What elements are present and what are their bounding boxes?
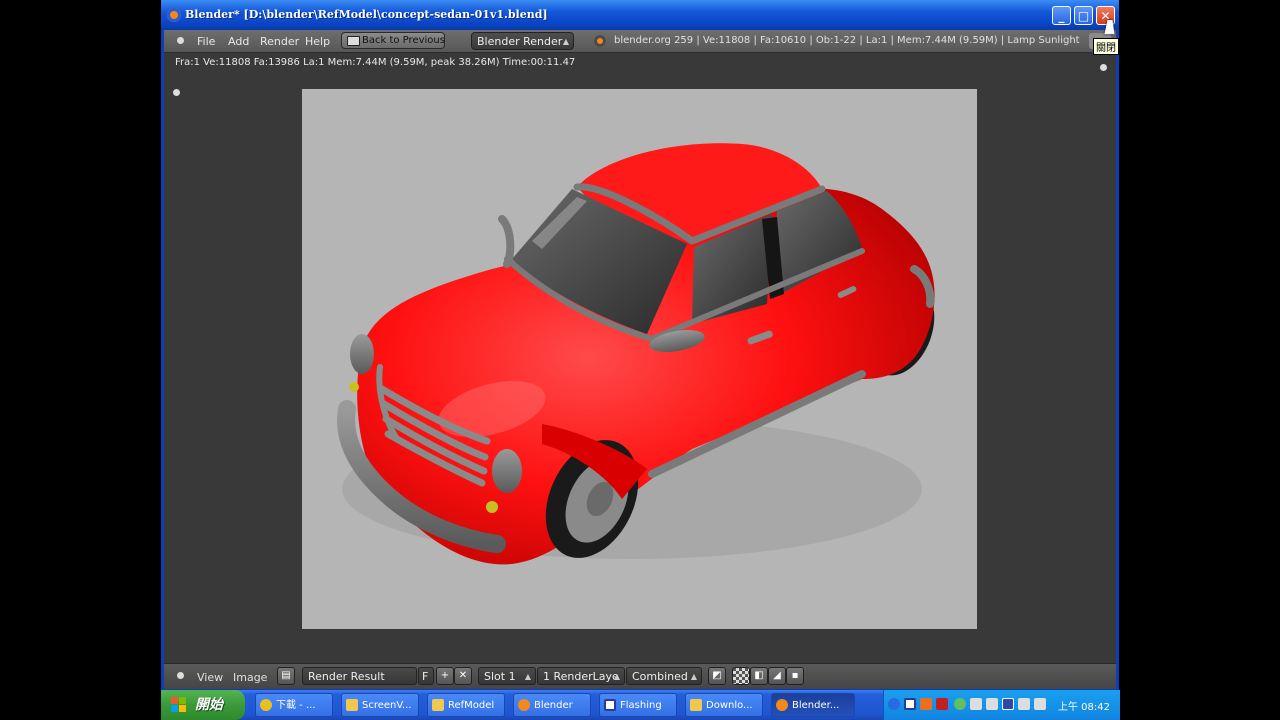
image-editor-header: View Image ▤ Render Result F + ✕ Slot 1 … <box>164 663 1116 689</box>
tray-monitor-icon[interactable] <box>1002 698 1014 710</box>
blender-window: Blender* [D:\blender\RefModel\concept-se… <box>161 0 1119 690</box>
tray-pdf-icon[interactable] <box>936 698 948 710</box>
tray-app-icon[interactable] <box>1034 698 1046 710</box>
properties-toggle-icon[interactable] <box>1100 64 1107 71</box>
pass-value: Combined <box>632 670 688 683</box>
back-to-previous-button[interactable]: Back to Previous <box>341 32 445 49</box>
task-blender[interactable]: Blender <box>513 693 591 717</box>
task-flashing[interactable]: Flashing <box>599 693 677 717</box>
screen-icon <box>347 36 360 46</box>
system-tray: 上午 08:42 <box>883 690 1120 720</box>
app-window-icon <box>604 699 616 711</box>
render-result-image[interactable] <box>302 89 977 629</box>
pin-icon[interactable]: ▪ <box>786 667 804 685</box>
folder-icon <box>432 699 444 711</box>
task-label: ScreenV... <box>362 700 412 711</box>
back-to-previous-label: Back to Previous <box>362 35 445 46</box>
task-label: Blender... <box>792 700 840 711</box>
alpha-icon[interactable]: ◧ <box>750 667 768 685</box>
render-layer-value: 1 RenderLaye <box>543 670 619 683</box>
tray-app-icon[interactable] <box>970 698 982 710</box>
checker-alpha-icon[interactable] <box>732 667 750 685</box>
task-screenvideo[interactable]: ScreenV... <box>341 693 419 717</box>
image-name-field[interactable]: Render Result <box>302 667 417 685</box>
taskbar: 開始 下載 - ... ScreenV... RefModel Blender … <box>161 690 1120 720</box>
slot-select[interactable]: Slot 1 ▲ <box>478 667 536 685</box>
clock: 上午 08:42 <box>1058 702 1110 713</box>
start-button[interactable]: 開始 <box>161 690 245 720</box>
image-browse-icon[interactable]: ▤ <box>277 667 295 685</box>
pass-select[interactable]: Combined ▲ <box>626 667 702 685</box>
task-downloads[interactable]: Downlo... <box>685 693 763 717</box>
chrome-icon <box>260 699 272 711</box>
blender-area: File Add Render Help Back to Previous Bl… <box>164 30 1116 689</box>
blender-logo-icon <box>776 699 788 711</box>
updown-arrow-icon: ▲ <box>613 672 620 681</box>
minimize-button[interactable]: _ <box>1052 6 1071 25</box>
menu-help[interactable]: Help <box>305 35 330 48</box>
render-engine-value: Blender Render <box>477 35 563 48</box>
task-label: Flashing <box>620 700 662 711</box>
z-buffer-icon[interactable]: ◢ <box>768 667 786 685</box>
tray-app-icon[interactable] <box>986 698 998 710</box>
tray-expand-icon[interactable] <box>888 698 900 710</box>
updown-arrow-icon: ▲ <box>562 37 569 46</box>
tools-toggle-icon[interactable] <box>173 89 180 96</box>
menu-add[interactable]: Add <box>228 35 249 48</box>
new-image-icon[interactable]: + <box>436 667 454 685</box>
task-download-page[interactable]: 下載 - ... <box>255 693 333 717</box>
blender-logo-icon <box>518 699 530 711</box>
tray-volume-icon[interactable] <box>1018 698 1030 710</box>
render-status: Fra:1 Ve:11808 Fa:13986 La:1 Mem:7.44M (… <box>175 57 576 68</box>
blender-logo-icon <box>594 35 606 47</box>
updown-arrow-icon: ▲ <box>690 672 697 681</box>
title-bar[interactable]: Blender* [D:\blender\RefModel\concept-se… <box>161 0 1119 30</box>
menu-render[interactable]: Render <box>260 35 299 48</box>
menu-file[interactable]: File <box>197 35 215 48</box>
task-label: RefModel <box>448 700 495 711</box>
tray-app-icon[interactable] <box>904 698 916 710</box>
slot-value: Slot 1 <box>484 670 516 683</box>
task-blender-active[interactable]: Blender... <box>771 693 855 717</box>
fake-user-button[interactable]: F <box>418 667 434 685</box>
folder-icon <box>690 699 702 711</box>
windows-flag-icon <box>171 697 186 712</box>
car-render <box>337 143 935 565</box>
task-label: Blender <box>534 700 573 711</box>
task-refmodel[interactable]: RefModel <box>427 693 505 717</box>
render-engine-select[interactable]: Blender Render ▲ <box>471 32 574 50</box>
scene-info: blender.org 259 | Ve:11808 | Fa:10610 | … <box>614 35 1080 46</box>
window-title: Blender* [D:\blender\RefModel\concept-se… <box>185 8 548 21</box>
tray-app-icon[interactable] <box>920 698 932 710</box>
task-label: Downlo... <box>706 700 753 711</box>
close-tooltip: 關閉 <box>1093 38 1119 55</box>
menu-image[interactable]: Image <box>233 671 267 684</box>
folder-icon <box>346 699 358 711</box>
editor-type-icon[interactable] <box>177 37 184 44</box>
unlink-image-icon[interactable]: ✕ <box>454 667 472 685</box>
editor-type-icon[interactable] <box>177 672 184 679</box>
display-mode-icon[interactable]: ◩ <box>708 667 726 685</box>
render-layer-select[interactable]: 1 RenderLaye ▲ <box>537 667 625 685</box>
maximize-button[interactable]: □ <box>1074 6 1093 25</box>
menu-view[interactable]: View <box>197 671 223 684</box>
updown-arrow-icon: ▲ <box>524 672 531 681</box>
tray-network-icon[interactable] <box>954 698 966 710</box>
info-header: File Add Render Help Back to Previous Bl… <box>164 30 1116 53</box>
start-label: 開始 <box>195 697 223 713</box>
task-label: 下載 - ... <box>276 700 316 711</box>
blender-logo-icon <box>167 8 181 22</box>
